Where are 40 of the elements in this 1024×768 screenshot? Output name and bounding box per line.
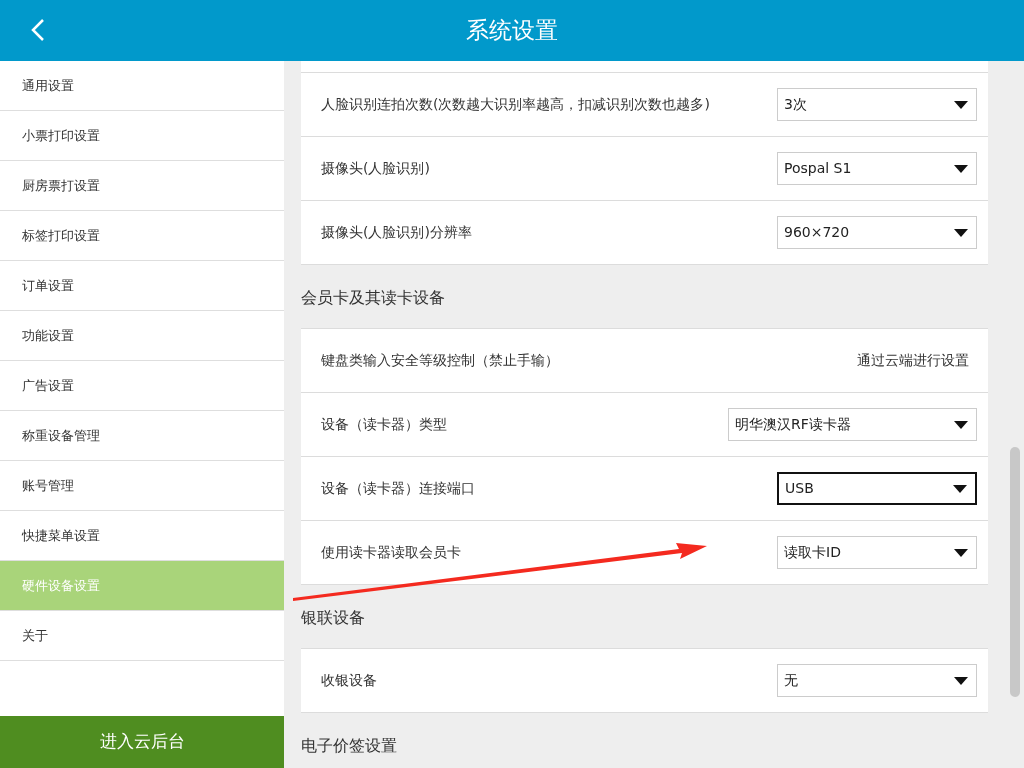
sidebar-item[interactable]: 广告设置 [0,361,284,411]
cloud-backend-button[interactable]: 进入云后台 [0,716,284,768]
dropdown-caret-icon [954,164,968,173]
setting-value: 通过云端进行设置 [857,351,969,370]
setting-label: 设备（读卡器）连接端口 [321,479,475,498]
dropdown-select[interactable]: 明华澳汉RF读卡器 [728,408,977,441]
setting-label: 人脸识别连拍次数(次数越大识别率越高，扣减识别次数也越多) [321,95,710,114]
setting-label: 使用读卡器读取会员卡 [321,543,461,562]
sidebar-item[interactable]: 小票打印设置 [0,111,284,161]
scrollbar-thumb[interactable] [1010,447,1020,697]
dropdown-caret-icon [954,676,968,685]
section-title: 银联设备 [301,608,365,627]
sidebar-item[interactable]: 功能设置 [0,311,284,361]
sidebar-item[interactable]: 标签打印设置 [0,211,284,261]
sidebar-item[interactable]: 订单设置 [0,261,284,311]
sidebar-item[interactable]: 称重设备管理 [0,411,284,461]
dropdown-select[interactable]: 读取卡ID [777,536,977,569]
sidebar-item[interactable]: 厨房票打设置 [0,161,284,211]
section-title: 电子价签设置 [301,736,397,755]
setting-label: 收银设备 [321,671,377,690]
setting-label: 键盘类输入安全等级控制（禁止手输） [321,351,559,370]
back-chevron-icon[interactable] [30,18,46,42]
dropdown-caret-icon [954,420,968,429]
dropdown-select[interactable]: 960×720 [777,216,977,249]
dropdown-caret-icon [954,100,968,109]
dropdown-select[interactable]: USB [777,472,977,505]
dropdown-select[interactable]: 3次 [777,88,977,121]
sidebar-item[interactable]: 通用设置 [0,61,284,111]
sidebar-item[interactable]: 关于 [0,611,284,661]
dropdown-select[interactable]: Pospal S1 [777,152,977,185]
section-title: 会员卡及其读卡设备 [301,288,445,307]
dropdown-caret-icon [954,228,968,237]
dropdown-caret-icon [953,484,967,493]
sidebar-item[interactable]: 账号管理 [0,461,284,511]
setting-label: 摄像头(人脸识别) [321,159,430,178]
setting-label: 设备（读卡器）类型 [321,415,447,434]
dropdown-caret-icon [954,548,968,557]
dropdown-select[interactable]: 无 [777,664,977,697]
page-title: 系统设置 [466,16,558,46]
setting-label: 摄像头(人脸识别)分辨率 [321,223,472,242]
